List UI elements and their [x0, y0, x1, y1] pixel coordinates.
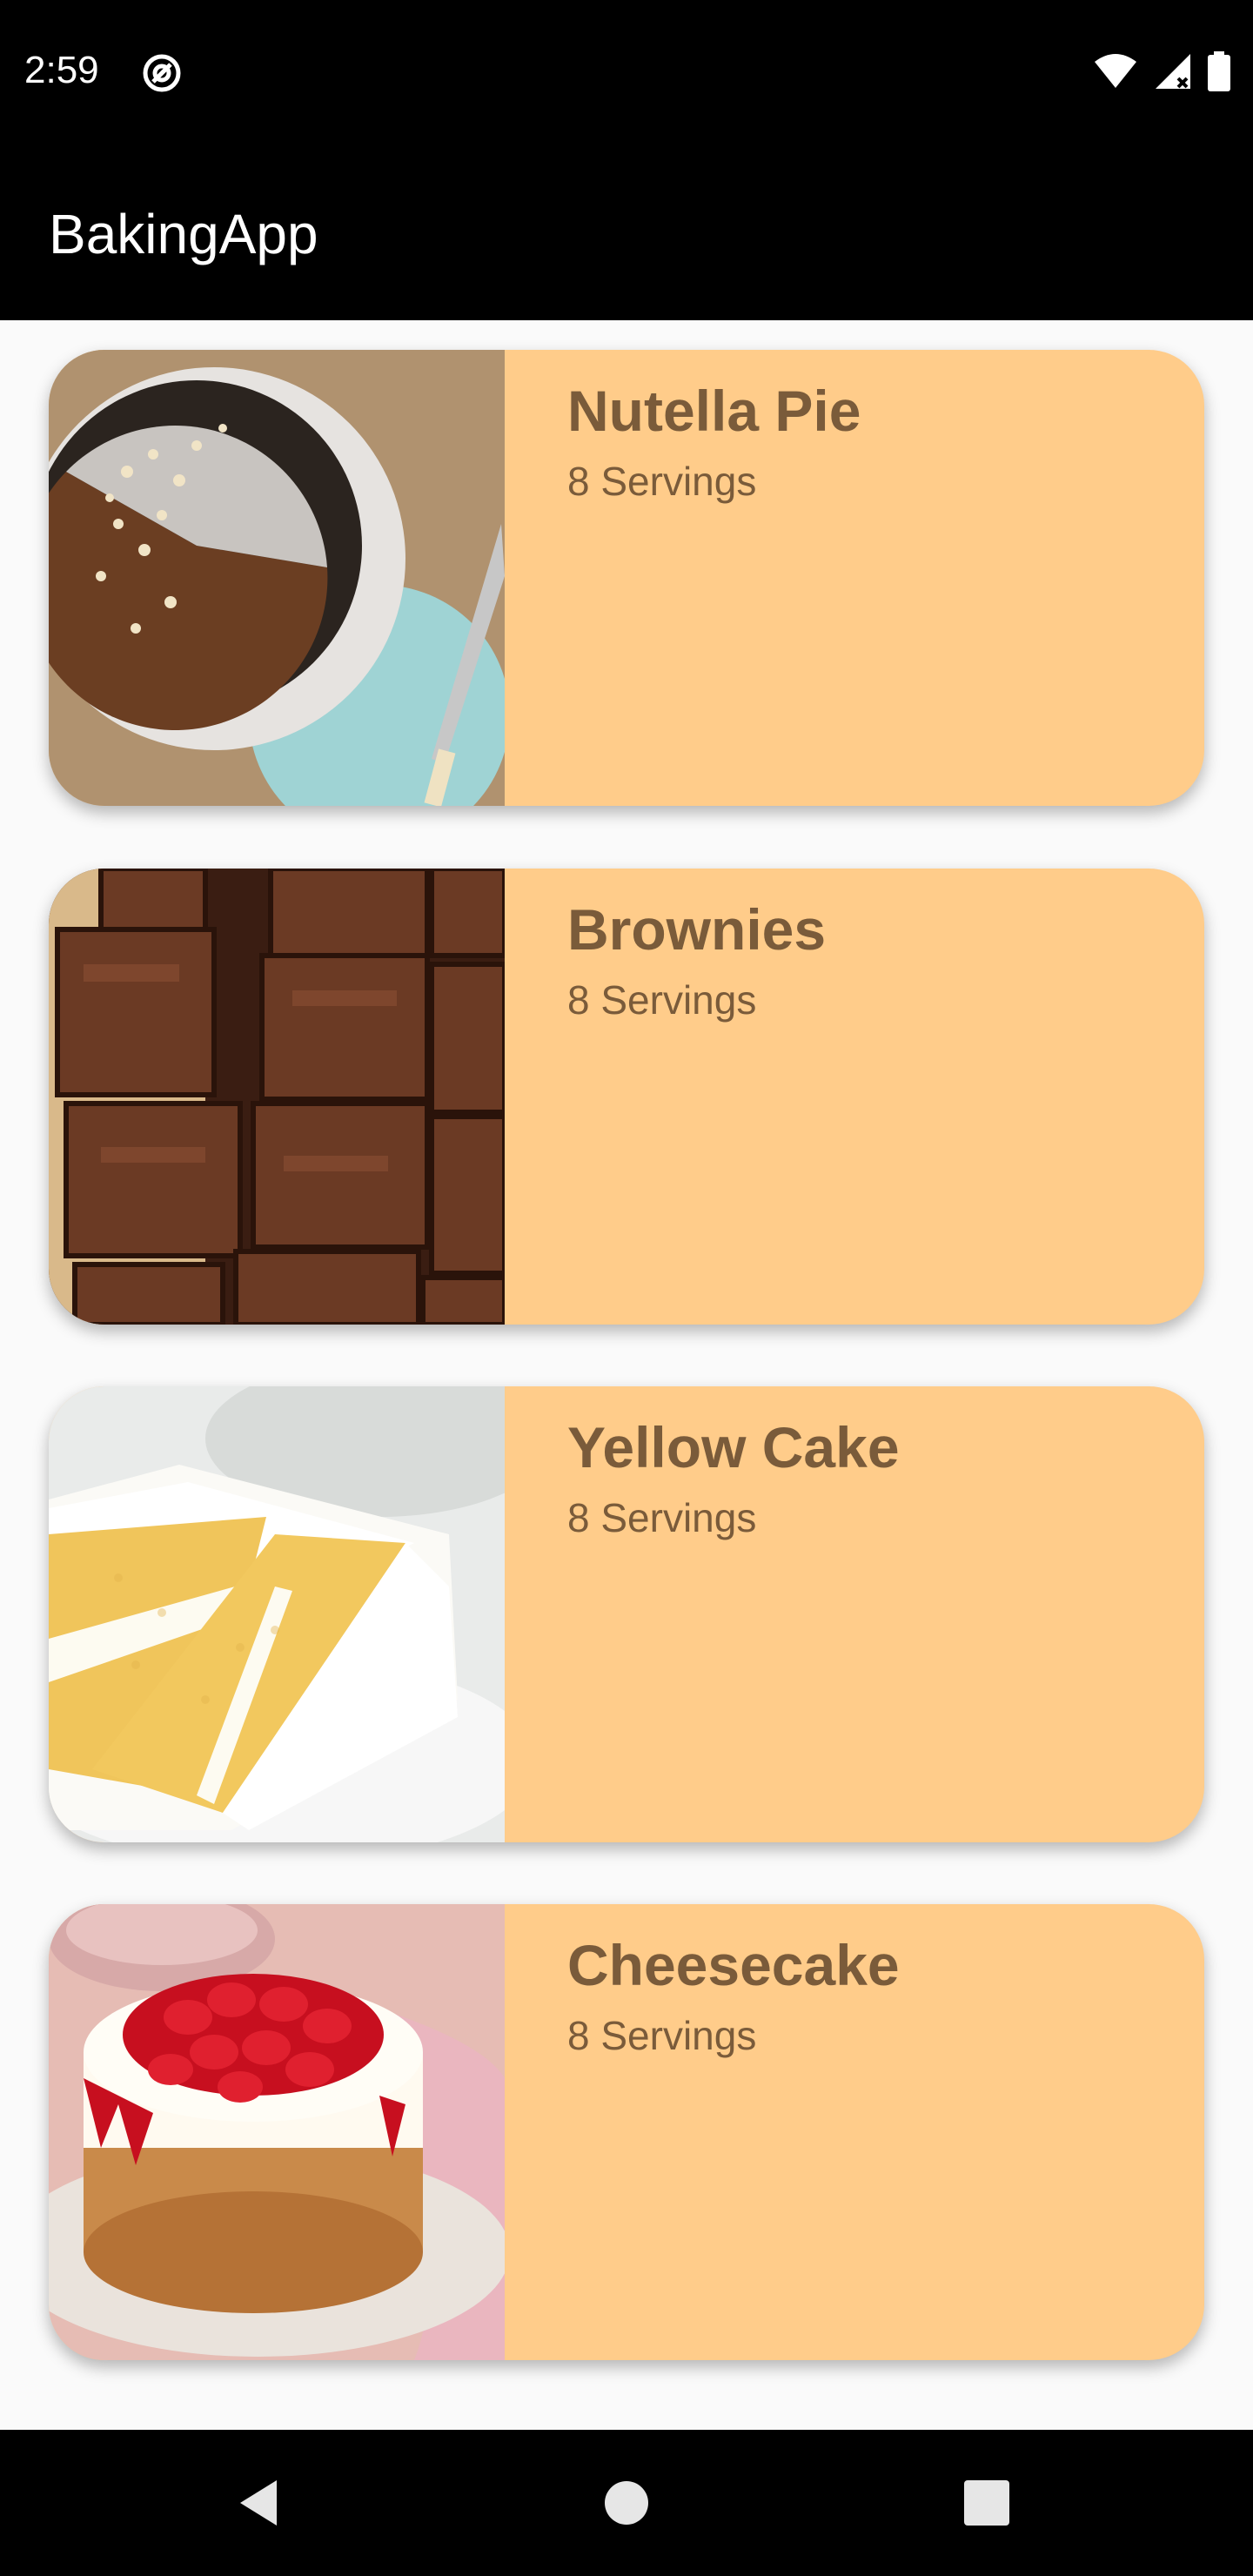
- navigation-bar: [0, 2430, 1253, 2576]
- wifi-icon: [1093, 53, 1138, 94]
- recipe-servings: 8 Servings: [567, 2013, 757, 2058]
- recipe-name: Yellow Cake: [567, 1415, 900, 1479]
- app-title: BakingApp: [49, 203, 318, 265]
- recipe-card[interactable]: Cheesecake 8 Servings: [49, 1904, 1204, 2360]
- recipe-card[interactable]: Yellow Cake 8 Servings: [49, 1386, 1204, 1842]
- recipe-card[interactable]: Brownies 8 Servings: [49, 869, 1204, 1325]
- recipe-image: [49, 869, 505, 1325]
- recipe-list[interactable]: Nutella Pie 8 Servings Brownies 8 Servin…: [0, 320, 1253, 2430]
- recipe-image: [49, 350, 505, 806]
- recents-icon[interactable]: [952, 2468, 1022, 2538]
- recipe-servings: 8 Servings: [567, 977, 757, 1023]
- signal-icon: [1154, 52, 1192, 95]
- home-icon[interactable]: [592, 2468, 661, 2538]
- recipe-name: Cheesecake: [567, 1933, 900, 1997]
- recipe-name: Brownies: [567, 897, 827, 962]
- recipe-image: [49, 1386, 505, 1842]
- battery-icon: [1208, 50, 1230, 96]
- status-time: 2:59: [24, 49, 99, 91]
- status-icons: [1093, 50, 1230, 96]
- app-bar: BakingApp: [0, 146, 1253, 320]
- notification-at-icon: [141, 52, 183, 94]
- status-bar: 2:59: [0, 0, 1253, 146]
- recipe-servings: 8 Servings: [567, 1495, 757, 1540]
- back-icon[interactable]: [226, 2468, 296, 2538]
- recipe-servings: 8 Servings: [567, 459, 757, 504]
- recipe-card[interactable]: Nutella Pie 8 Servings: [49, 350, 1204, 806]
- recipe-name: Nutella Pie: [567, 379, 861, 443]
- recipe-image: [49, 1904, 505, 2360]
